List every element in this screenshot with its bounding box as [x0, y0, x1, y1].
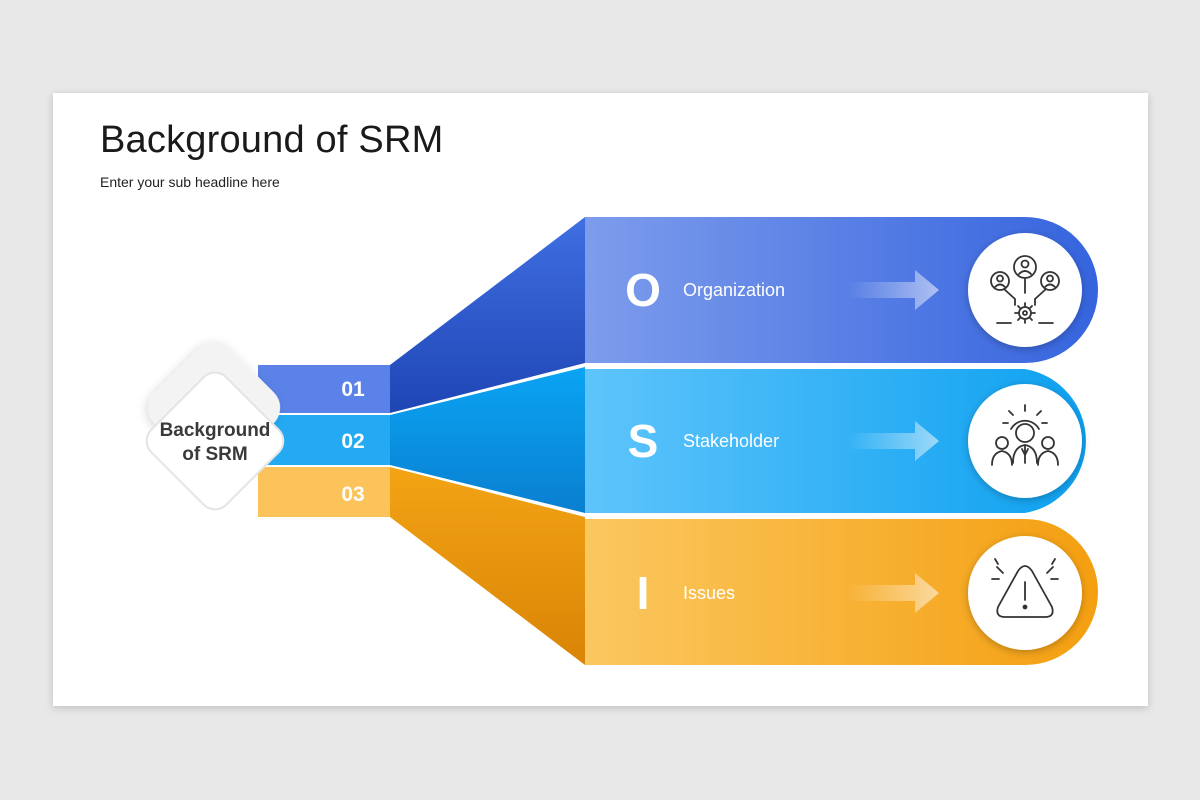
- band-label-issues: Issues: [683, 583, 735, 603]
- band-organization: O Organization: [585, 217, 1098, 363]
- band-label-organization: Organization: [683, 280, 785, 300]
- slide: Background of SRM Enter your sub headlin…: [53, 93, 1148, 706]
- tab-number-02: 02: [341, 430, 364, 453]
- tab-number-01: 01: [341, 378, 365, 401]
- band-issues: I Issues: [585, 519, 1098, 665]
- srm-diagram: 01 02 03 Background of SRM O Organizatio…: [145, 217, 1098, 665]
- hub-label-line1: Background: [160, 420, 271, 441]
- tab-03: 03: [258, 467, 390, 517]
- tab-number-03: 03: [341, 483, 364, 506]
- band-letter-o: O: [625, 264, 661, 316]
- hub-label-line2: of SRM: [182, 444, 247, 465]
- band-stakeholder: S Stakeholder: [585, 369, 1086, 513]
- band-letter-i: I: [637, 567, 650, 619]
- band-label-stakeholder: Stakeholder: [683, 431, 779, 451]
- band-letter-s: S: [628, 415, 659, 467]
